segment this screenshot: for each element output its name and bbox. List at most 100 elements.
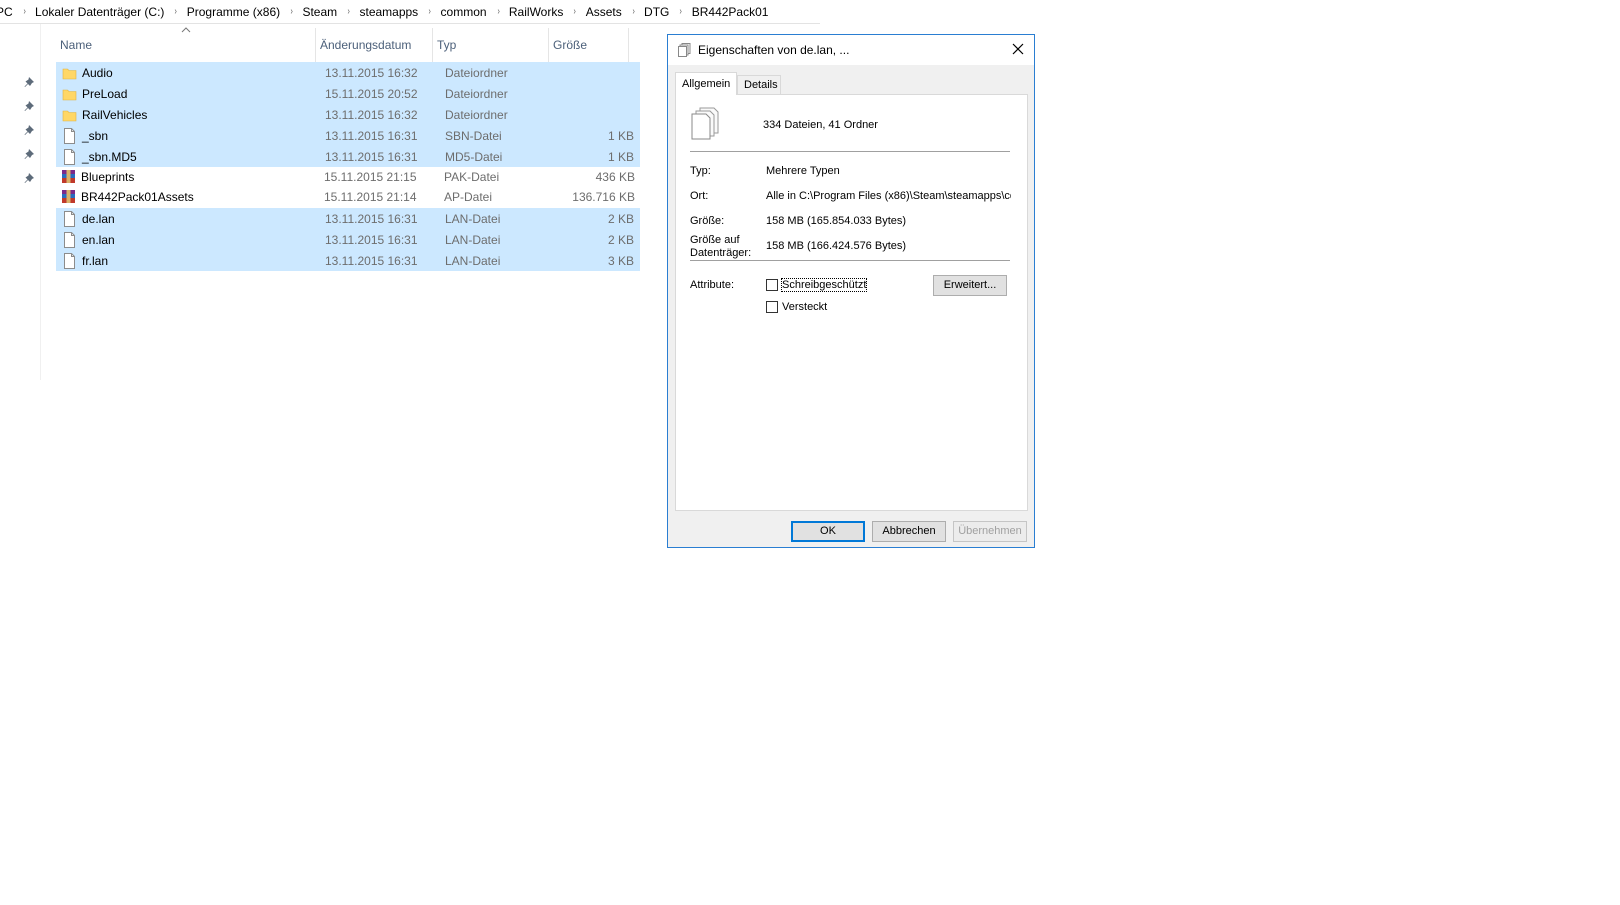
pin-icon[interactable] — [24, 124, 36, 136]
breadcrumb-item[interactable]: Lokaler Datenträger (C:) — [28, 5, 172, 19]
file-size: 1 KB — [607, 149, 634, 164]
hidden-label[interactable]: Versteckt — [782, 301, 827, 313]
pin-icon[interactable] — [24, 172, 36, 184]
dialog-titlebar[interactable]: Eigenschaften von de.lan, ... — [668, 35, 1034, 65]
file-icon — [62, 232, 77, 249]
breadcrumb-item[interactable]: Steam — [295, 5, 345, 19]
file-row[interactable]: de.lan 13.11.2015 16:31 LAN-Datei 2 KB — [56, 208, 640, 230]
apply-button[interactable]: Übernehmen — [953, 521, 1027, 542]
file-date: 13.11.2015 16:32 — [325, 107, 418, 122]
column-header-name[interactable]: Name — [56, 28, 316, 62]
breadcrumb-item[interactable]: Assets — [579, 5, 630, 19]
location-value: Alle in C:\Program Files (x86)\Steam\ste… — [766, 190, 1011, 202]
file-row[interactable]: Blueprints 15.11.2015 21:15 PAK-Datei 436 K… — [56, 167, 640, 188]
file-row[interactable]: en.lan 13.11.2015 16:31 LAN-Datei 2 KB — [56, 229, 640, 251]
file-name: PreLoad — [82, 86, 128, 101]
selection-summary: 334 Dateien, 41 Ordner — [763, 119, 878, 131]
file-row[interactable]: fr.lan 13.11.2015 16:31 LAN-Datei 3 KB — [56, 250, 640, 272]
hidden-checkbox[interactable] — [766, 301, 778, 313]
file-name: fr.lan — [82, 254, 109, 269]
file-date: 13.11.2015 16:31 — [325, 212, 418, 227]
breadcrumb-item[interactable]: RailWorks — [502, 5, 571, 19]
file-row[interactable]: PreLoad 15.11.2015 20:52 Dateiordner — [56, 82, 640, 104]
general-tab-panel: 334 Dateien, 41 Ordner Typ: Mehrere Type… — [675, 94, 1028, 511]
pin-icon[interactable] — [24, 76, 36, 88]
chevron-right-icon[interactable]: › — [174, 6, 179, 17]
file-date: 13.11.2015 16:31 — [325, 233, 418, 248]
folder-icon — [62, 86, 77, 102]
folder-icon — [62, 65, 77, 81]
close-icon[interactable] — [1010, 41, 1026, 57]
cancel-button[interactable]: Abbrechen — [872, 521, 946, 542]
breadcrumb-item[interactable]: DTG — [637, 5, 677, 19]
breadcrumb-item[interactable]: Programme (x86) — [180, 5, 288, 19]
file-size: 3 KB — [607, 254, 634, 269]
file-row[interactable]: Audio 13.11.2015 16:32 Dateiordner — [56, 62, 640, 83]
divider — [690, 151, 1010, 152]
file-row[interactable]: _sbn 13.11.2015 16:31 SBN-Datei 1 KB — [56, 124, 640, 146]
breadcrumb-item[interactable]: BR442Pack01 — [685, 5, 777, 19]
properties-dialog: Eigenschaften von de.lan, ... Allgemein … — [667, 34, 1035, 548]
breadcrumb: PC›Lokaler Datenträger (C:)›Programme (x… — [0, 0, 820, 24]
ok-button[interactable]: OK — [791, 521, 865, 542]
pin-icon[interactable] — [24, 100, 36, 112]
file-row[interactable]: _sbn.MD5 13.11.2015 16:31 MD5-Datei 1 KB — [56, 145, 640, 167]
file-size: 436 KB — [595, 169, 635, 184]
file-type: SBN-Datei — [445, 128, 502, 143]
chevron-right-icon[interactable]: › — [572, 6, 577, 17]
file-type: AP-Datei — [444, 190, 493, 205]
attributes-label: Attribute: — [690, 279, 735, 291]
file-date: 13.11.2015 16:31 — [325, 128, 418, 143]
archive-icon — [61, 169, 76, 185]
location-label: Ort: — [690, 190, 709, 202]
multiple-files-icon — [691, 107, 719, 140]
file-date: 15.11.2015 21:15 — [324, 169, 417, 184]
column-header-size[interactable]: Größe — [549, 28, 629, 62]
breadcrumb-item[interactable]: common — [434, 5, 495, 19]
file-row[interactable]: RailVehicles 13.11.2015 16:32 Dateiordner — [56, 103, 640, 125]
chevron-right-icon[interactable]: › — [496, 6, 501, 17]
size-label: Größe: — [690, 215, 725, 227]
multiple-files-icon — [678, 43, 691, 57]
file-name: en.lan — [82, 233, 115, 248]
file-name: Blueprints — [81, 169, 135, 184]
advanced-button[interactable]: Erweitert... — [933, 275, 1007, 296]
file-name: _sbn.MD5 — [82, 149, 137, 164]
size-value: 158 MB (165.854.033 Bytes) — [766, 215, 907, 227]
file-size: 1 KB — [607, 128, 634, 143]
chevron-right-icon[interactable]: › — [427, 6, 432, 17]
breadcrumb-item[interactable]: PC — [0, 5, 21, 19]
chevron-right-icon[interactable]: › — [346, 6, 351, 17]
file-size: 2 KB — [607, 233, 634, 248]
pin-icon[interactable] — [24, 148, 36, 160]
archive-icon — [61, 189, 76, 205]
file-type: LAN-Datei — [445, 233, 501, 248]
file-icon — [62, 148, 77, 165]
divider — [690, 260, 1010, 261]
file-date: 15.11.2015 20:52 — [325, 86, 418, 101]
file-icon — [62, 127, 77, 144]
readonly-checkbox[interactable] — [766, 279, 778, 291]
file-name: Audio — [82, 66, 113, 80]
column-header-date[interactable]: Änderungsdatum — [316, 28, 433, 62]
file-row[interactable]: BR442Pack01Assets 15.11.2015 21:14 AP-Date… — [56, 187, 640, 208]
column-header-type[interactable]: Typ — [433, 28, 549, 62]
size-on-disk-label-line1: Größe auf — [690, 234, 740, 246]
column-headers: Name Änderungsdatum Typ Größe — [56, 27, 640, 62]
chevron-right-icon[interactable]: › — [678, 6, 683, 17]
chevron-right-icon[interactable]: › — [22, 6, 27, 17]
size-on-disk-label: Größe auf Datenträger: — [690, 234, 751, 260]
file-list: Name Änderungsdatum Typ Größe Audio 13.11… — [56, 27, 640, 272]
chevron-right-icon[interactable]: › — [289, 6, 294, 17]
file-size: 2 KB — [607, 212, 634, 227]
breadcrumb-item[interactable]: steamapps — [352, 5, 426, 19]
tab-details[interactable]: Details — [737, 75, 781, 95]
readonly-label[interactable]: Schreibgeschützt — [780, 278, 868, 292]
type-value: Mehrere Typen — [766, 165, 840, 177]
file-date: 13.11.2015 16:31 — [325, 149, 418, 164]
file-name: de.lan — [82, 212, 115, 227]
file-date: 15.11.2015 21:14 — [324, 190, 417, 205]
chevron-right-icon[interactable]: › — [631, 6, 636, 17]
size-on-disk-label-line2: Datenträger: — [690, 247, 752, 259]
tab-allgemein[interactable]: Allgemein — [675, 72, 737, 95]
